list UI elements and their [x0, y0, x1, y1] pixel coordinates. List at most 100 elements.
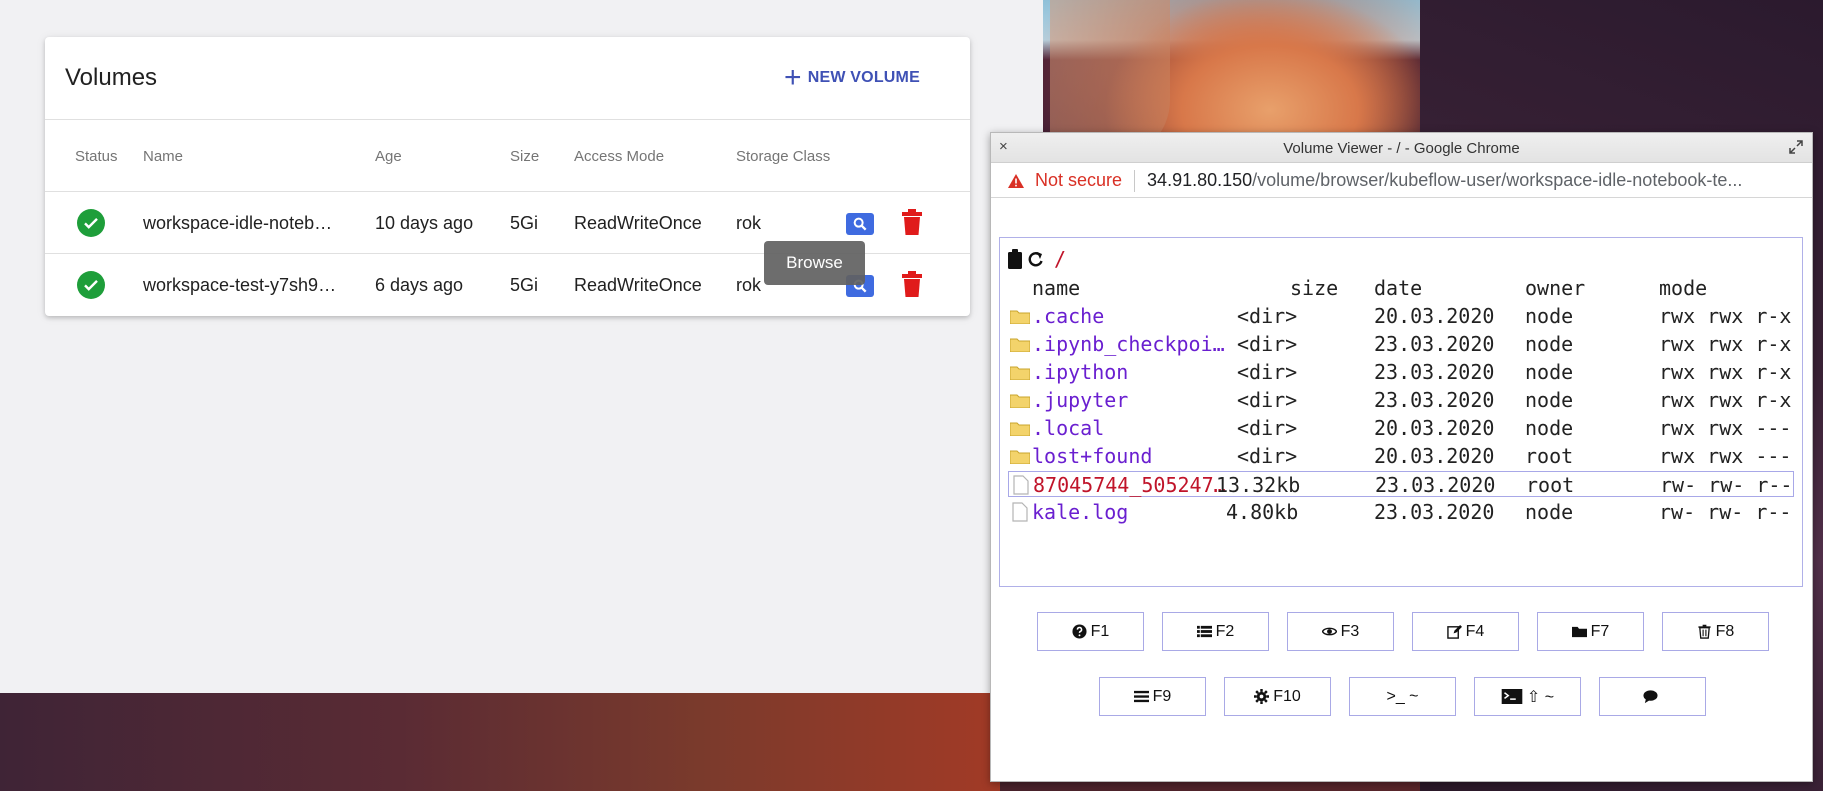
file-size: <dir>	[1237, 360, 1298, 384]
search-icon	[853, 217, 867, 231]
file-date: 20.03.2020	[1374, 304, 1495, 328]
url-text[interactable]: 34.91.80.150/volume/browser/kubeflow-use…	[1147, 170, 1787, 191]
file-owner: node	[1525, 388, 1574, 412]
fkey-label: F1	[1090, 622, 1110, 640]
fkey-f8-button[interactable]: F8	[1662, 612, 1769, 651]
browse-button[interactable]	[846, 213, 874, 235]
col-date[interactable]: date	[1374, 276, 1422, 300]
file-name[interactable]: 87045744_505247…	[1033, 473, 1226, 497]
new-volume-button[interactable]: + NEW VOLUME	[784, 63, 920, 93]
col-size[interactable]: size	[1290, 276, 1338, 300]
address-bar[interactable]: Not secure 34.91.80.150/volume/browser/k…	[991, 164, 1812, 198]
current-path[interactable]: /	[1054, 247, 1066, 271]
file-mode: rwx rwx r-x	[1659, 388, 1792, 412]
menu-icon	[1133, 689, 1149, 704]
col-access-mode[interactable]: Access Mode	[574, 148, 664, 165]
file-owner: node	[1525, 360, 1574, 384]
help-icon	[1072, 624, 1087, 639]
file-size: <dir>	[1237, 444, 1298, 468]
file-size: <dir>	[1237, 416, 1298, 440]
file-name[interactable]: .local	[1032, 416, 1104, 440]
file-name[interactable]: kale.log	[1032, 500, 1128, 524]
file-name[interactable]: .cache	[1032, 304, 1104, 328]
col-size[interactable]: Size	[510, 148, 539, 165]
file-name[interactable]: .ipynb_checkpoi…	[1032, 332, 1225, 356]
col-name[interactable]: name	[1032, 276, 1080, 300]
trash-icon[interactable]	[901, 209, 923, 235]
list-icon	[1196, 624, 1212, 639]
file-row[interactable]: .local <dir> 20.03.2020 node rwx rwx ---	[1008, 415, 1794, 441]
gear-icon	[1254, 689, 1270, 704]
volume-access-mode: ReadWriteOnce	[574, 275, 702, 295]
file-mode: rwx rwx r-x	[1659, 332, 1792, 356]
edit-icon	[1446, 624, 1462, 639]
file-owner: root	[1526, 473, 1575, 497]
col-storage-class[interactable]: Storage Class	[736, 148, 830, 165]
file-row[interactable]: .ipynb_checkpoi… <dir> 23.03.2020 node rwx r…	[1008, 331, 1794, 357]
page-title: Volumes	[65, 64, 158, 91]
fkey-icon-button[interactable]	[1599, 677, 1706, 716]
folder-icon	[1571, 624, 1587, 639]
col-name[interactable]: Name	[143, 148, 183, 165]
fkey-f9-button[interactable]: F9	[1099, 677, 1206, 716]
fkey-f4-button[interactable]: F4	[1412, 612, 1519, 651]
browse-tooltip: Browse	[764, 241, 865, 285]
col-status[interactable]: Status	[75, 148, 118, 165]
fkey-label: F10	[1273, 687, 1301, 705]
file-owner: root	[1525, 444, 1574, 468]
eye-icon	[1321, 624, 1337, 639]
fkey-f7-button[interactable]: F7	[1537, 612, 1644, 651]
file-row[interactable]: .ipython <dir> 23.03.2020 node rwx rwx r-x	[1008, 359, 1794, 385]
fkey-f2-button[interactable]: F2	[1162, 612, 1269, 651]
volume-size: 5Gi	[510, 213, 539, 233]
fkey-f3-button[interactable]: F3	[1287, 612, 1394, 651]
col-mode[interactable]: mode	[1659, 276, 1707, 300]
fkey-f1-button[interactable]: F1	[1037, 612, 1144, 651]
volume-access-mode: ReadWriteOnce	[574, 213, 702, 233]
file-row[interactable]: 87045744_505247… 13.32kb 23.03.2020 root rw-…	[1008, 471, 1794, 497]
file-name[interactable]: .ipython	[1032, 360, 1128, 384]
window-titlebar[interactable]: × Volume Viewer - / - Google Chrome	[991, 133, 1812, 163]
col-age[interactable]: Age	[375, 148, 402, 165]
col-owner[interactable]: owner	[1525, 276, 1585, 300]
file-date: 20.03.2020	[1374, 416, 1495, 440]
volume-age: 6 days ago	[375, 275, 464, 295]
fkey-f10-button[interactable]: F10	[1224, 677, 1331, 716]
fkey-terminal-icon-button[interactable]: ⇧ ~	[1474, 677, 1581, 716]
volume-name: workspace-test-y7sh9…	[143, 275, 337, 295]
file-owner: node	[1525, 500, 1574, 524]
fkey-label: ⇧ ~	[1526, 688, 1555, 706]
window-title: Volume Viewer - / - Google Chrome	[1283, 140, 1520, 157]
clipboard-icon[interactable]	[1008, 249, 1022, 269]
not-secure-label[interactable]: Not secure	[1035, 170, 1122, 191]
file-browser-toolbar: /	[1008, 247, 1066, 271]
maximize-icon[interactable]	[1788, 139, 1804, 155]
file-date: 23.03.2020	[1374, 388, 1495, 412]
fkey-label: >_ ~	[1386, 687, 1419, 705]
file-date: 23.03.2020	[1374, 500, 1495, 524]
fkey-label: F8	[1715, 622, 1735, 640]
volume-name: workspace-idle-noteb…	[143, 213, 333, 233]
file-date: 23.03.2020	[1375, 473, 1496, 497]
volumes-app: Volumes + NEW VOLUME Status Name Age Siz…	[0, 0, 1043, 693]
volume-age: 10 days ago	[375, 213, 474, 233]
fkey-shell-button[interactable]: >_ ~	[1349, 677, 1456, 716]
file-name[interactable]: lost+found	[1032, 444, 1152, 468]
file-row[interactable]: lost+found <dir> 20.03.2020 root rwx rwx ---	[1008, 443, 1794, 469]
fkey-label: F3	[1340, 622, 1360, 640]
file-size: <dir>	[1237, 304, 1298, 328]
warning-icon[interactable]	[1007, 173, 1025, 189]
trash-icon[interactable]	[901, 271, 923, 297]
file-row[interactable]: .jupyter <dir> 23.03.2020 node rwx rwx r-x	[1008, 387, 1794, 413]
file-size: <dir>	[1237, 332, 1298, 356]
file-owner: node	[1525, 416, 1574, 440]
terminal-icon	[1501, 689, 1523, 704]
file-row[interactable]: kale.log 4.80kb 23.03.2020 node rw- rw- r--	[1008, 499, 1794, 525]
new-volume-label: NEW VOLUME	[807, 69, 920, 86]
wallpaper-bottom	[0, 693, 1000, 791]
file-size: 4.80kb	[1226, 500, 1299, 524]
status-ok-icon	[77, 209, 105, 237]
file-row[interactable]: .cache <dir> 20.03.2020 node rwx rwx r-x	[1008, 303, 1794, 329]
file-name[interactable]: .jupyter	[1032, 388, 1128, 412]
refresh-icon[interactable]	[1025, 249, 1045, 269]
